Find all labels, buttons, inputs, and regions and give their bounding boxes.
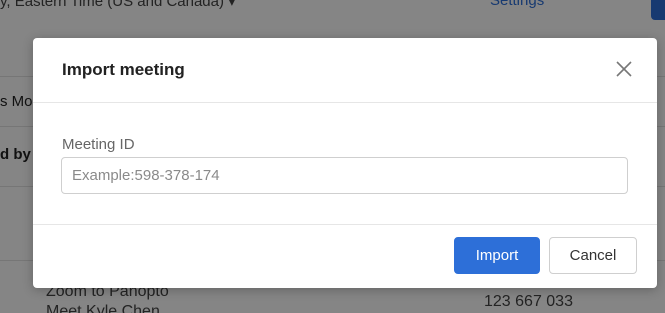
meeting-id-label: Meeting ID — [62, 136, 135, 153]
meeting-id-input[interactable] — [61, 157, 628, 194]
close-icon — [616, 61, 632, 77]
close-button[interactable] — [613, 58, 635, 80]
dialog-header: Import meeting — [33, 38, 657, 103]
import-meeting-dialog: Import meeting Meeting ID Import Cancel — [33, 38, 657, 288]
cancel-button[interactable]: Cancel — [549, 237, 637, 274]
dialog-footer: Import Cancel — [33, 225, 657, 288]
import-button[interactable]: Import — [454, 237, 540, 274]
dialog-body: Meeting ID — [33, 103, 657, 225]
dialog-title: Import meeting — [62, 60, 185, 79]
